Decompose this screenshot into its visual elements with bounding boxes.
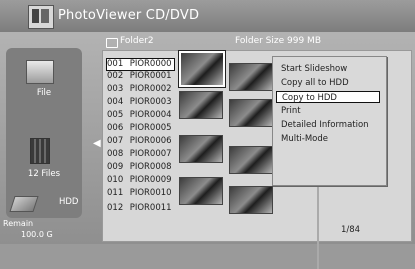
photo-thumbnail[interactable] (179, 91, 223, 119)
folder-icon (106, 38, 118, 48)
page-indicator: 1/84 (341, 225, 361, 235)
list-item[interactable]: 005 PIOR0004 (107, 110, 172, 121)
file-name: PIOR0002 (129, 84, 172, 94)
file-number: 001 (107, 59, 124, 69)
file-name: PIOR0001 (129, 71, 172, 81)
photoviewer-app-icon (28, 5, 54, 29)
list-item[interactable]: 012 PIOR0011 (107, 203, 172, 214)
file-icon[interactable] (26, 60, 54, 84)
app-title: PhotoViewer CD/DVD (58, 8, 200, 23)
list-item[interactable]: 003 PIOR0002 (107, 84, 172, 95)
photo-thumbnail[interactable] (179, 177, 223, 205)
files-count-icon (30, 138, 50, 164)
menu-item-print[interactable]: Print (281, 105, 301, 117)
menu-item-copy-all-to-hdd[interactable]: Copy all to HDD (281, 77, 349, 89)
folder-size: Folder Size 999 MB (235, 36, 321, 46)
photo-thumbnail[interactable] (179, 135, 223, 163)
menu-item-copy-to-hdd[interactable]: Copy to HDD (276, 91, 380, 103)
list-item[interactable]: 006 PIOR0005 (107, 123, 172, 134)
file-number: 008 (107, 149, 124, 159)
list-item[interactable]: 001 PIOR0000 (106, 58, 175, 71)
list-item[interactable]: 009 PIOR0008 (107, 162, 172, 173)
file-number: 007 (107, 136, 124, 146)
file-label: File (36, 88, 52, 98)
list-item[interactable]: 010 PIOR0009 (107, 175, 172, 186)
file-name: PIOR0006 (129, 136, 172, 146)
file-name: PIOR0011 (129, 203, 172, 213)
file-name: PIOR0000 (129, 59, 172, 69)
remain-label: Remain (3, 219, 34, 228)
title-bar: PhotoViewer CD/DVD (0, 0, 415, 32)
photo-thumbnail[interactable] (229, 63, 273, 91)
photo-thumbnail[interactable] (229, 186, 273, 214)
list-item[interactable]: 008 PIOR0007 (107, 149, 172, 160)
photo-thumbnail[interactable] (229, 146, 273, 174)
file-name: PIOR0008 (129, 162, 172, 172)
file-name: PIOR0004 (129, 110, 172, 120)
file-number: 002 (107, 71, 124, 81)
file-number: 005 (107, 110, 124, 120)
left-arrow-icon[interactable]: ◀ (93, 138, 101, 149)
folder-name: Folder2 (120, 36, 154, 46)
hdd-label: HDD (59, 197, 79, 207)
menu-item-detailed-information[interactable]: Detailed Information (281, 119, 369, 131)
file-number: 011 (107, 188, 124, 198)
photo-thumbnail[interactable] (229, 99, 273, 127)
photoviewer-screen: PhotoViewer CD/DVD File 12 Files ◀ HDD R… (0, 0, 415, 269)
left-panel: File 12 Files (6, 48, 82, 218)
file-name: PIOR0010 (129, 188, 172, 198)
list-item[interactable]: 002 PIOR0001 (107, 71, 172, 82)
list-item[interactable]: 011 PIOR0010 (107, 188, 172, 199)
file-name: PIOR0009 (129, 175, 172, 185)
file-name: PIOR0007 (129, 149, 172, 159)
list-item[interactable]: 004 PIOR0003 (107, 97, 172, 108)
file-name: PIOR0005 (129, 123, 172, 133)
photo-thumbnail-selected[interactable] (178, 50, 226, 88)
file-number: 003 (107, 84, 124, 94)
context-menu: Start Slideshow Copy all to HDD Copy to … (272, 56, 387, 186)
file-number: 012 (107, 203, 124, 213)
file-number: 009 (107, 162, 124, 172)
menu-item-start-slideshow[interactable]: Start Slideshow (281, 63, 347, 75)
files-count-label: 12 Files (27, 169, 61, 179)
file-number: 010 (107, 175, 124, 185)
file-number: 004 (107, 97, 124, 107)
list-item[interactable]: 007 PIOR0006 (107, 136, 172, 147)
file-name: PIOR0003 (129, 97, 172, 107)
remain-value: 100.0 G (21, 230, 53, 239)
file-number: 006 (107, 123, 124, 133)
menu-item-multi-mode[interactable]: Multi-Mode (281, 133, 328, 145)
